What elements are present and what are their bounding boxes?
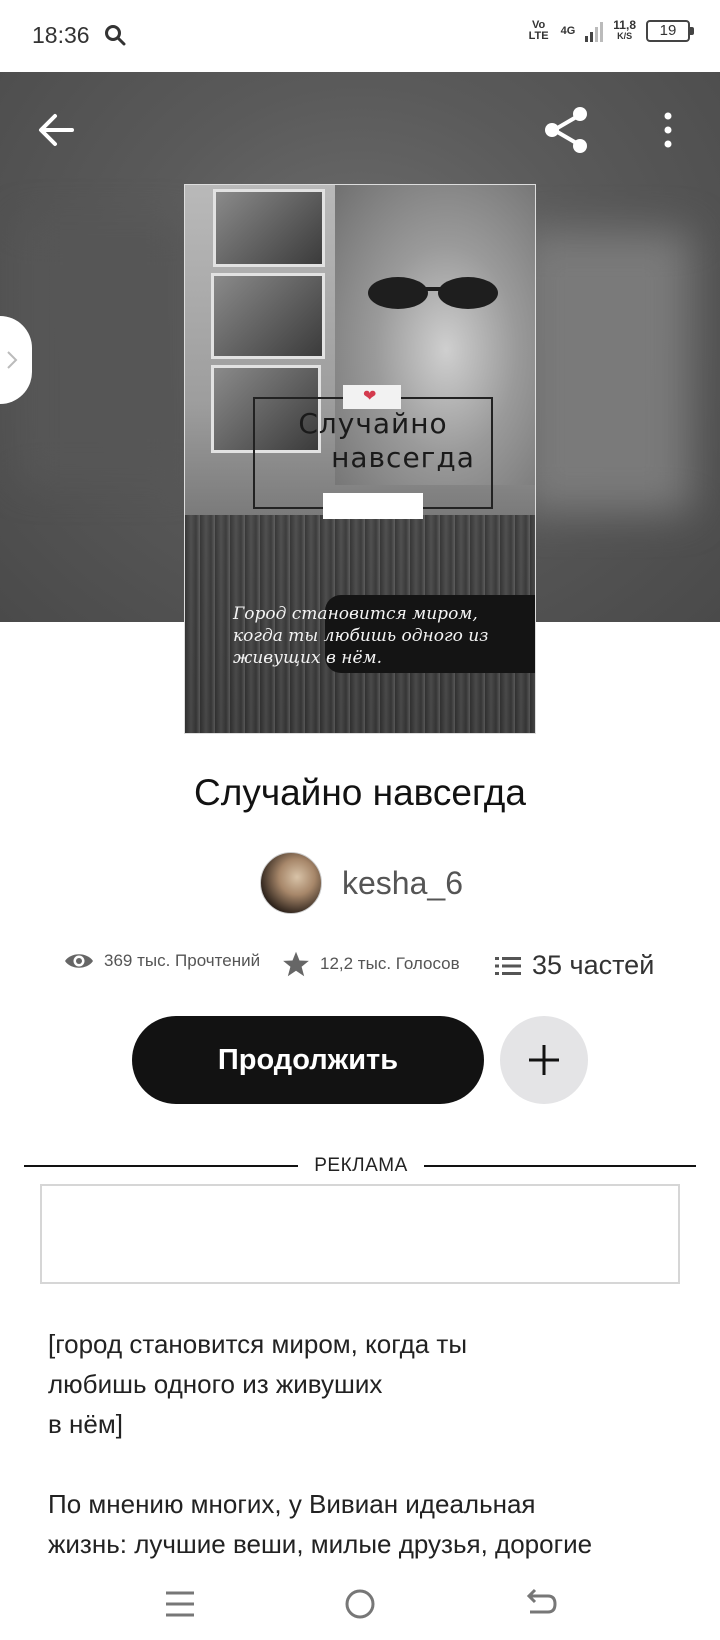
menu-icon[interactable] (160, 1584, 200, 1624)
status-bar: 18:36 Vo LTE 4G 11,8 K/S 19 (0, 0, 720, 72)
cover-quote: Город становится миром, когда ты любишь … (233, 604, 489, 668)
author-name[interactable]: kesha_6 (342, 865, 463, 902)
plus-icon (529, 1045, 559, 1075)
cover-heart-label: ❤ (343, 385, 401, 409)
ad-divider (424, 1165, 696, 1167)
star-icon (283, 951, 309, 977)
avatar[interactable] (260, 852, 322, 914)
more-vertical-icon[interactable] (656, 108, 680, 152)
back-icon[interactable] (520, 1584, 560, 1624)
heart-icon: ❤ (363, 388, 377, 405)
sunglasses-graphic (368, 277, 498, 309)
hero-blur-left (20, 222, 190, 482)
status-indicators: Vo LTE 4G 11,8 K/S 19 (527, 18, 694, 42)
cover-photo-1 (213, 189, 325, 267)
list-icon (495, 956, 521, 975)
add-to-library-button[interactable] (500, 1016, 588, 1104)
ad-slot[interactable] (40, 1184, 680, 1284)
ad-divider (24, 1165, 298, 1167)
cover-photo-2 (211, 273, 325, 359)
home-icon[interactable] (340, 1584, 380, 1624)
author-link[interactable]: kesha_6 (260, 852, 463, 914)
search-icon (105, 25, 126, 46)
votes-stat: 12,2 тыс. Голосов (282, 950, 460, 978)
continue-reading-button[interactable]: Продолжить (132, 1016, 484, 1104)
eye-icon (65, 954, 93, 968)
cover-title: Случайно навсегда (298, 407, 475, 474)
volte-indicator: Vo LTE (528, 19, 549, 42)
signal-icon (585, 20, 604, 42)
system-nav-bar (0, 1566, 720, 1640)
battery-indicator: 19 (646, 20, 694, 42)
net-speed: 11,8 K/S (613, 18, 636, 41)
story-description: [город становится миром, когда ты любишь… (48, 1329, 593, 1559)
share-icon[interactable] (540, 104, 592, 156)
ad-label: РЕКЛАМА (314, 1155, 408, 1176)
reads-stat: 369 тыс. Прочтений (64, 950, 260, 972)
status-time: 18:36 (32, 22, 90, 48)
book-title: Случайно навсегда (194, 772, 526, 813)
parts-stat[interactable]: 35 частей (494, 950, 654, 981)
chevron-right-icon (7, 351, 18, 369)
network-type: 4G (560, 24, 576, 37)
book-cover[interactable]: ❤ Случайно навсегда Город становится мир… (184, 184, 536, 734)
hero-blur-right (520, 232, 690, 512)
back-arrow-icon[interactable] (36, 110, 76, 150)
story-stats: 369 тыс. Прочтений 12,2 тыс. Голосов 35 … (64, 950, 664, 990)
cover-white-bar (323, 493, 423, 519)
